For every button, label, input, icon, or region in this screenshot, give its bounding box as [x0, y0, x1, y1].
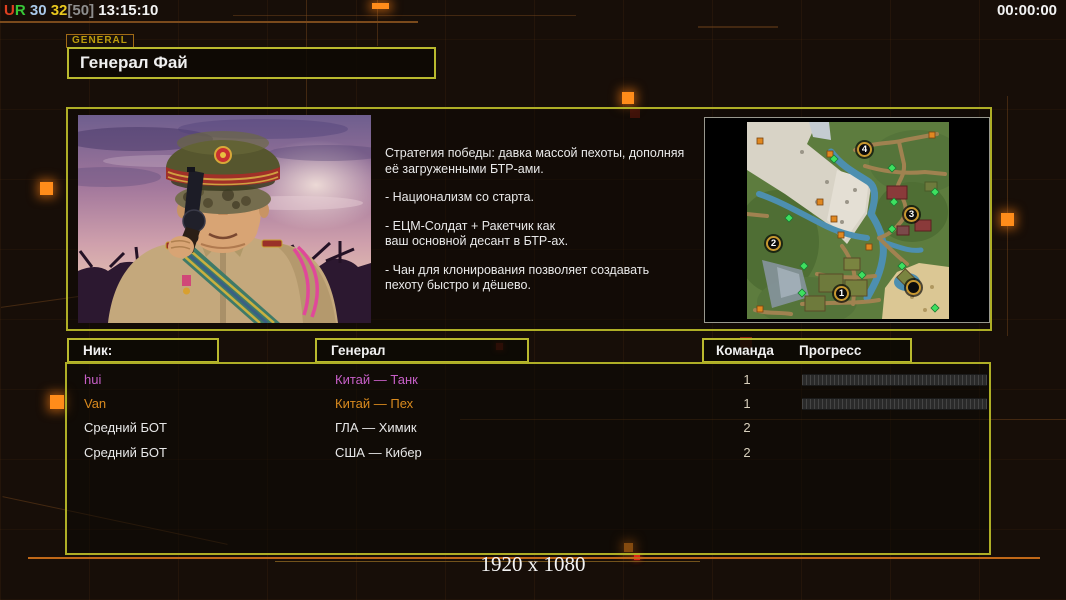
glow-square	[372, 3, 389, 9]
player-team: 1	[729, 372, 765, 387]
player-team: 1	[729, 396, 765, 411]
player-progress-bar	[802, 374, 987, 386]
general-title: Генерал Фай	[67, 47, 436, 79]
column-header-team-progress: Команда Прогресс	[702, 338, 912, 363]
circuit-line	[0, 21, 418, 23]
player-nick: Средний БОТ	[84, 420, 167, 435]
player-row: Средний БОТ ГЛА — Химик 2	[67, 417, 989, 441]
player-nick: Van	[84, 396, 106, 411]
loading-screen: UR 30 32[50] 13:15:10 00:00:00 GENERAL Г…	[0, 0, 1066, 600]
player-row: Средний БОТ США — Кибер 2	[67, 442, 989, 466]
strategy-paragraph: - ЕЦМ-Солдат + Ракетчик как ваш основной…	[385, 219, 697, 250]
status-u: U	[4, 2, 15, 19]
map-marker-2: 2	[766, 236, 781, 251]
general-tab-label: GENERAL	[66, 34, 134, 48]
match-timer: 00:00:00	[997, 2, 1057, 19]
map-marker-empty	[906, 280, 921, 295]
circuit-line	[233, 15, 576, 16]
map-marker-4: 4	[857, 142, 872, 157]
player-progress-bar	[802, 398, 987, 410]
status-bar: UR 30 32[50] 13:15:10	[4, 2, 158, 19]
column-header-general: Генерал	[315, 338, 529, 363]
status-bracket: [50]	[67, 2, 94, 19]
column-header-team: Команда	[716, 340, 774, 361]
minimap: 1 2 3 4	[747, 122, 949, 319]
player-row: Van Китай — Пех 1	[67, 393, 989, 417]
glow-square	[622, 92, 634, 104]
player-general: Китай — Танк	[335, 372, 418, 387]
player-team: 2	[729, 420, 765, 435]
player-general: Китай — Пех	[335, 396, 413, 411]
column-header-progress: Прогресс	[799, 340, 861, 361]
status-value-yellow: 32	[51, 2, 68, 19]
player-team: 2	[729, 445, 765, 460]
strategy-paragraph: - Чан для клонирования позволяет создава…	[385, 263, 697, 294]
glow-square	[1001, 213, 1014, 226]
player-general: США — Кибер	[335, 445, 422, 460]
player-row: hui Китай — Танк 1	[67, 369, 989, 393]
player-nick: Средний БОТ	[84, 445, 167, 460]
glow-square	[50, 395, 64, 409]
map-preview-panel: 1 2 3 4	[704, 117, 990, 323]
strategy-text: Стратегия победы: давка массой пехоты, д…	[385, 146, 697, 307]
status-clock: 13:15:10	[98, 2, 158, 19]
map-marker-1: 1	[834, 286, 849, 301]
circuit-line	[698, 26, 778, 28]
status-value-blue: 30	[30, 2, 47, 19]
map-marker-3: 3	[904, 207, 919, 222]
player-nick: hui	[84, 372, 101, 387]
player-general: ГЛА — Химик	[335, 420, 417, 435]
column-header-nick: Ник:	[67, 338, 219, 363]
status-r: R	[15, 2, 26, 19]
strategy-paragraph: Стратегия победы: давка массой пехоты, д…	[385, 146, 697, 177]
strategy-paragraph: - Национализм со старта.	[385, 190, 697, 206]
general-portrait-art	[78, 115, 371, 323]
resolution-label: 1920 x 1080	[0, 552, 1066, 577]
glow-square	[40, 182, 53, 195]
player-table: hui Китай — Танк 1 Van Китай — Пех 1 Сре…	[65, 362, 991, 555]
general-portrait	[78, 115, 371, 323]
